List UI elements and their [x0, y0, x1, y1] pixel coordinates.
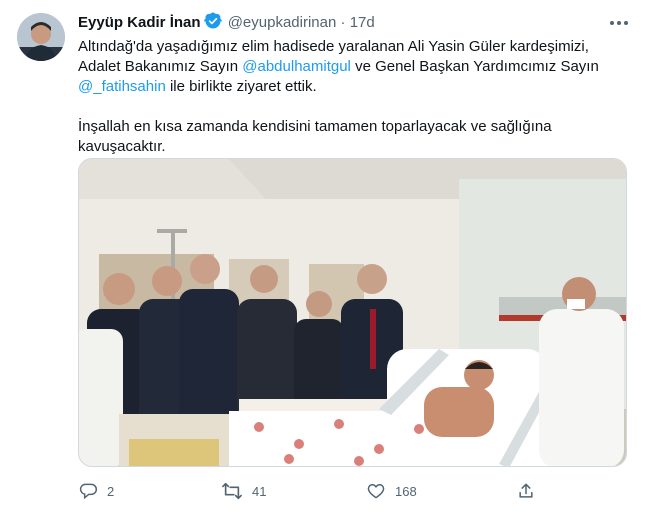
tweet-paragraph-1: Altındağ'da yaşadığımız elim hadisede ya…: [78, 37, 618, 97]
tweet-paragraph-2: İnşallah en kısa zamanda kendisini tamam…: [78, 118, 552, 155]
text-segment: ve Genel Başkan Yardımcımız Sayın: [350, 58, 599, 75]
retweet-button[interactable]: 41: [221, 478, 266, 504]
mention-link[interactable]: @_fatihsahin: [78, 78, 166, 95]
separator-dot: ·: [340, 14, 346, 31]
tweet-timestamp[interactable]: 17d: [350, 14, 375, 31]
like-count: 168: [395, 483, 417, 499]
tweet-header: Eyyüp Kadir İnan @eyupkadirinan · 17d: [78, 12, 608, 36]
more-options-icon[interactable]: [608, 14, 630, 32]
verified-badge-icon: [203, 12, 222, 36]
reply-button[interactable]: 2: [78, 478, 114, 504]
author-name[interactable]: Eyyüp Kadir İnan: [78, 14, 201, 31]
retweet-count: 41: [252, 483, 267, 499]
reply-count: 2: [107, 483, 115, 499]
share-button[interactable]: [516, 478, 536, 504]
mention-link[interactable]: @abdulhamitgul: [242, 58, 351, 75]
text-segment: ile birlikte ziyaret ettik.: [165, 78, 317, 95]
author-handle[interactable]: @eyupkadirinan: [228, 14, 337, 31]
reply-icon: [78, 481, 98, 501]
share-icon: [516, 481, 536, 501]
retweet-icon: [221, 481, 243, 501]
like-button[interactable]: 168: [366, 478, 417, 504]
tweet-text: Altındağ'da yaşadığımız elim hadisede ya…: [78, 37, 618, 157]
tweet-actions: 2 41 168: [78, 478, 548, 504]
tweet-card[interactable]: Eyyüp Kadir İnan @eyupkadirinan · 17d Al…: [0, 0, 648, 518]
avatar[interactable]: [17, 13, 65, 61]
like-icon: [366, 481, 386, 501]
tweet-photo[interactable]: [78, 158, 627, 467]
